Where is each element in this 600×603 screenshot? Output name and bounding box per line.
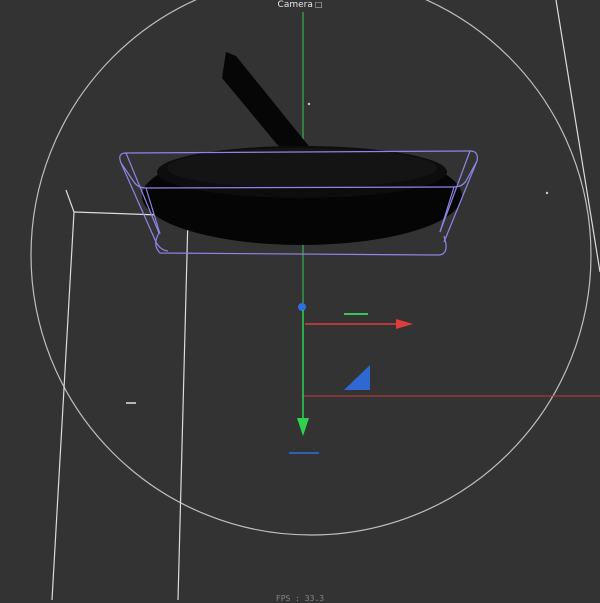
frustum-right (555, 0, 600, 273)
gizmo-center[interactable] (298, 303, 306, 311)
camera-label: Camera □ (0, 0, 600, 10)
3d-object[interactable] (142, 52, 462, 245)
fps-label: FPS : 33.3 (275, 594, 325, 603)
guide-circle (30, 0, 592, 536)
3d-viewport[interactable]: Camera □ FPS : 33.3 (0, 0, 600, 603)
scene-point (545, 191, 549, 195)
transform-gizmo[interactable] (289, 303, 413, 454)
camera-label-text: Camera (277, 0, 313, 10)
gizmo-x-arrow[interactable] (396, 319, 413, 329)
gizmo-plane-handle[interactable] (344, 365, 370, 390)
gizmo-y-arrow[interactable] (297, 418, 309, 436)
viewport-scene[interactable] (0, 0, 600, 600)
scene-point (307, 102, 311, 106)
camera-icon: □ (314, 0, 323, 9)
